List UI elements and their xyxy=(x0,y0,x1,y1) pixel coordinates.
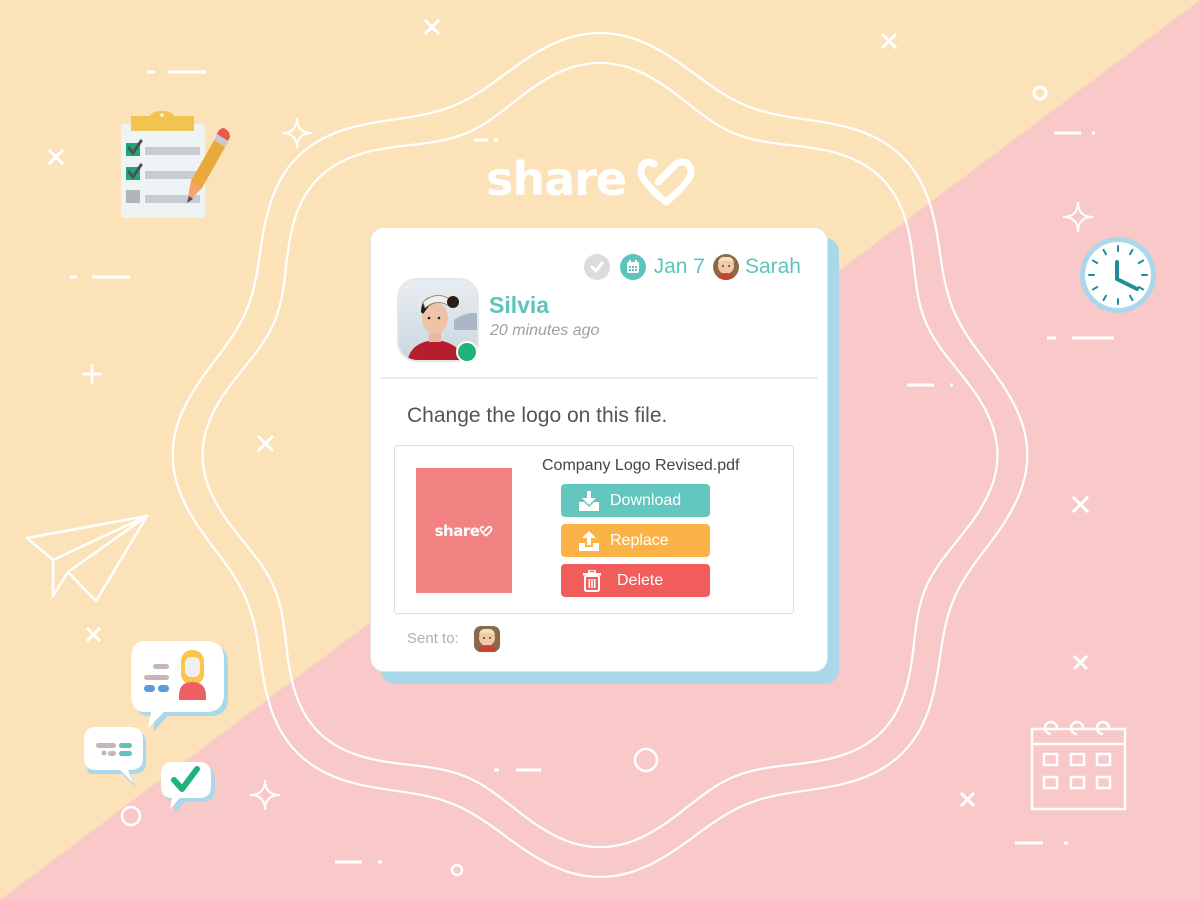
brand-logo: share xyxy=(486,150,706,212)
file-name: Company Logo Revised.pdf xyxy=(542,457,740,474)
assignee-avatar xyxy=(712,254,739,280)
clock-icon xyxy=(1080,237,1156,313)
file-thumbnail[interactable]: share xyxy=(416,468,512,593)
divider xyxy=(380,377,818,379)
clipboard-checklist-icon xyxy=(121,111,205,218)
recipient-avatar[interactable] xyxy=(474,626,500,652)
download-button[interactable]: Download xyxy=(561,484,710,517)
task-card: Jan 7 Sarah Silvia 20 minutes ago Change… xyxy=(370,227,828,672)
author-name[interactable]: Silvia xyxy=(489,292,549,319)
assignee-name: Sarah xyxy=(744,255,801,278)
replace-label: Replace xyxy=(610,531,669,549)
heart-icon xyxy=(479,525,493,537)
download-icon xyxy=(578,490,600,512)
sent-to-label: Sent to: xyxy=(407,630,459,647)
brand-name: share xyxy=(486,152,627,206)
heart-icon xyxy=(637,158,695,206)
task-meta: Jan 7 Sarah xyxy=(583,253,801,281)
thumbnail-logo-text: share xyxy=(434,521,480,540)
promo-illustration: share Jan 7 Sarah Silvia 20 minutes ago … xyxy=(0,0,1200,900)
post-timestamp: 20 minutes ago xyxy=(490,322,600,339)
delete-button[interactable]: Delete xyxy=(561,564,710,597)
download-label: Download xyxy=(610,491,682,509)
upload-icon xyxy=(578,530,600,552)
delete-label: Delete xyxy=(617,571,664,589)
trash-icon xyxy=(581,569,603,592)
check-circle-icon[interactable] xyxy=(583,254,610,280)
calendar-icon xyxy=(619,254,646,280)
file-attachment: share Company Logo Revised.pdf Download … xyxy=(394,445,794,614)
task-message: Change the logo on this file. xyxy=(407,404,668,427)
online-status-indicator xyxy=(456,341,478,363)
due-date: Jan 7 xyxy=(653,255,705,278)
replace-button[interactable]: Replace xyxy=(561,524,710,557)
